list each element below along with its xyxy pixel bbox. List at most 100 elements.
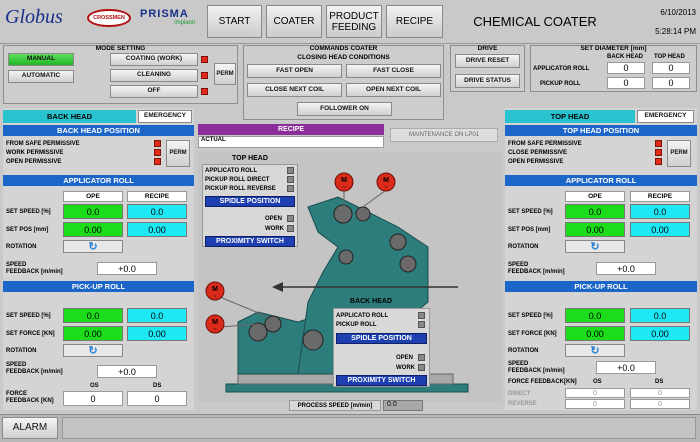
coating-work-button[interactable]: COATING (WORK): [110, 53, 198, 66]
top-app-fb-line1: SPEED: [508, 262, 529, 268]
open-next-coil-button[interactable]: OPEN NEXT COIL: [346, 83, 441, 97]
back-force-os-value: 0: [63, 391, 123, 406]
top-pick-speed-feedback: +0.0: [596, 361, 656, 374]
top-app-pos-recipe: 0.00: [630, 222, 690, 237]
diameter-col-back: BACK HEAD: [607, 54, 643, 60]
back-pickup-indicator: [418, 321, 425, 328]
top-head-position-title: TOP HEAD POSITION: [505, 125, 697, 136]
back-force-line1: FORCE: [6, 391, 27, 397]
top-app-rotation-icon[interactable]: ↻: [565, 240, 625, 253]
back-pick-force-ope[interactable]: 0.00: [63, 326, 123, 341]
top-pick-force-ope[interactable]: 0.00: [565, 326, 625, 341]
nav-product-feeding-button[interactable]: PRODUCT FEEDING: [326, 5, 382, 38]
commands-title: COMMANDS COATER: [309, 45, 378, 52]
back-perm-button[interactable]: PERM: [166, 140, 190, 167]
top-proximity-switch-button[interactable]: PROXIMITY SWITCH: [205, 236, 295, 247]
top-reverse-ds-value: 0: [630, 399, 690, 409]
top-pick-set-force-label: SET FORCE [KN]: [508, 331, 557, 337]
nav-coater-button[interactable]: COATER: [266, 5, 322, 38]
center-back-head-title: BACK HEAD: [350, 298, 392, 305]
top-work-indicator: [287, 225, 294, 232]
back-app-ope-header: OPE: [63, 191, 123, 202]
top-pick-speed-ope[interactable]: 0.0: [565, 308, 625, 323]
motor-label: M: [212, 319, 218, 326]
top-force-ds-label: DS: [655, 379, 664, 385]
back-pickup-title: PICK-UP ROLL: [3, 281, 194, 292]
screen-title: CHEMICAL COATER: [473, 14, 597, 29]
center-top-head-title: TOP HEAD: [232, 155, 268, 162]
back-pickup-label: PICKUP ROLL: [336, 322, 377, 328]
top-pickup-direct-indicator: [287, 176, 294, 183]
prisma-text: PRISMA: [140, 8, 189, 20]
cleaning-button[interactable]: CLEANING: [110, 69, 198, 82]
header-date: 6/10/2013: [660, 8, 696, 17]
alarm-button[interactable]: ALARM: [2, 417, 58, 439]
fast-close-button[interactable]: FAST CLOSE: [346, 64, 441, 78]
back-force-ds-label: DS: [153, 383, 162, 389]
diameter-app-top-field[interactable]: 0: [652, 62, 690, 74]
back-spindle-position-button[interactable]: SPIDLE POSITION: [336, 333, 427, 344]
back-head-position-title: BACK HEAD POSITION: [3, 125, 194, 136]
maintenance-status: MAINTENANCE ON LP01: [390, 128, 498, 142]
back-app-speed-ope[interactable]: 0.0: [63, 204, 123, 219]
back-work-label: WORK PERMISSIVE: [6, 150, 64, 156]
back-app-pos-ope[interactable]: 0.00: [63, 222, 123, 237]
drive-status-button[interactable]: DRIVE STATUS: [455, 74, 520, 88]
top-applicator-title: APPLICATOR ROLL: [505, 175, 697, 186]
back-open-indicator: [418, 354, 425, 361]
mode-perm-button[interactable]: PERM: [214, 63, 236, 85]
top-open-label: OPEN PERMISSIVE: [508, 159, 564, 165]
close-next-coil-button[interactable]: CLOSE NEXT COIL: [247, 83, 342, 97]
diameter-title: SET DIAMETER [mm]: [580, 45, 647, 52]
top-open-indicator: [655, 158, 662, 165]
motor-label: M: [383, 177, 389, 184]
nav-start-button[interactable]: START: [207, 5, 262, 38]
off-button[interactable]: OFF: [110, 85, 198, 98]
top-pickup-title: PICK-UP ROLL: [505, 281, 697, 292]
top-work-label: WORK: [265, 226, 284, 232]
back-work-indicator: [154, 149, 161, 156]
fast-open-button[interactable]: FAST OPEN: [247, 64, 342, 78]
back-pick-rotation-label: ROTATION: [6, 348, 37, 354]
top-close-label: CLOSE PERMISSIVE: [508, 150, 568, 156]
automatic-button[interactable]: AUTOMATIC: [8, 70, 74, 83]
top-direct-ds-value: 0: [630, 388, 690, 398]
nav-recipe-button[interactable]: RECIPE: [386, 5, 443, 38]
drive-reset-button[interactable]: DRIVE RESET: [455, 54, 520, 68]
follower-on-button[interactable]: FOLLOWER ON: [297, 102, 392, 116]
back-app-rotation-icon[interactable]: ↻: [63, 240, 123, 253]
process-speed-label: PROCESS SPEED [m/min]: [289, 400, 381, 411]
back-open-label: OPEN PERMISSIVE: [6, 159, 62, 165]
top-pick-rotation-label: ROTATION: [508, 348, 539, 354]
top-pick-rotation-icon[interactable]: ↻: [565, 344, 625, 357]
diameter-pick-back-field[interactable]: 0: [607, 77, 645, 89]
back-emergency-button[interactable]: EMERGENCY: [138, 110, 192, 123]
back-proximity-switch-button[interactable]: PROXIMITY SWITCH: [336, 375, 427, 386]
top-app-pos-ope[interactable]: 0.00: [565, 222, 625, 237]
top-app-fb-line2: FEEDBACK [m/min]: [508, 268, 565, 275]
top-spindle-position-button[interactable]: SPIDLE POSITION: [205, 196, 295, 207]
back-work-indicator: [418, 364, 425, 371]
off-indicator: [201, 88, 208, 95]
top-app-speed-ope[interactable]: 0.0: [565, 204, 625, 219]
top-perm-button[interactable]: PERM: [667, 140, 691, 167]
diameter-pickup-label: PICKUP ROLL: [540, 81, 581, 87]
back-pick-set-force-label: SET FORCE [KN]: [6, 331, 55, 337]
back-pick-speed-feedback-label: SPEED FEEDBACK [m/min]: [6, 362, 63, 376]
back-open-indicator: [154, 158, 161, 165]
top-app-ope-header: OPE: [565, 191, 625, 202]
diameter-app-back-field[interactable]: 0: [607, 62, 645, 74]
back-open-label: OPEN: [396, 355, 414, 361]
back-pick-fb-line2: FEEDBACK [m/min]: [6, 368, 63, 375]
diameter-pick-top-field[interactable]: 0: [652, 77, 690, 89]
back-app-fb-line2: FEEDBACK [m/min]: [6, 268, 63, 275]
back-pick-speed-ope[interactable]: 0.0: [63, 308, 123, 323]
process-speed-value: 0.0: [383, 400, 423, 411]
svg-text:~: ~: [213, 327, 217, 333]
diameter-col-top: TOP HEAD: [654, 54, 685, 60]
top-app-speed-feedback: +0.0: [596, 262, 656, 275]
back-app-recipe-header: RECIPE: [127, 191, 187, 202]
back-pick-rotation-icon[interactable]: ↻: [63, 344, 123, 357]
manual-button[interactable]: MANUAL: [8, 53, 74, 66]
top-emergency-button[interactable]: EMERGENCY: [637, 110, 694, 123]
